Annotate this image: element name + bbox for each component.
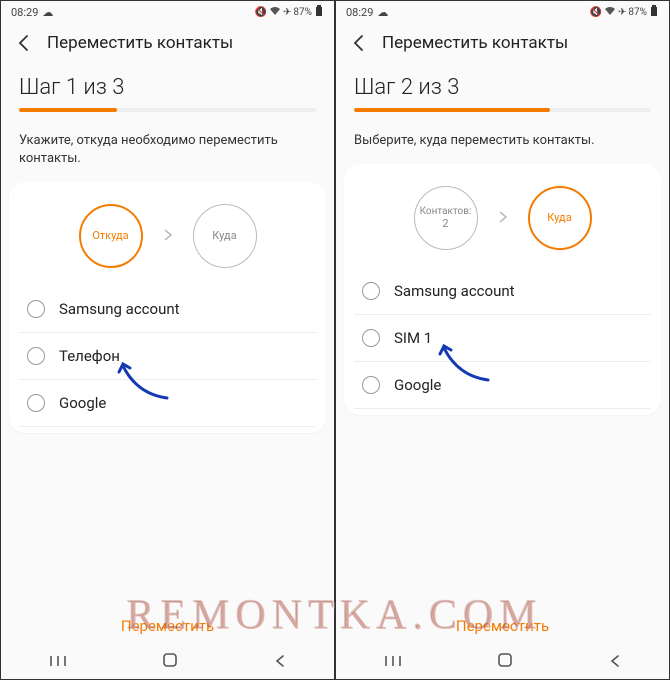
home-icon[interactable]	[162, 652, 178, 672]
airplane-icon: ✈	[618, 7, 626, 18]
option-label: Google	[394, 376, 441, 394]
option-google[interactable]: Google	[19, 380, 316, 427]
option-label: Телефон	[59, 347, 120, 365]
back-icon[interactable]	[15, 34, 33, 52]
screen-step-1: 08:29 ☁ 🔇 ✈ 87% Переместить контакты Шаг…	[0, 0, 335, 680]
selection-card: Контактов: 2 Куда Samsung account SIM 1 …	[344, 164, 661, 415]
option-samsung-account[interactable]: Samsung account	[19, 286, 316, 333]
option-sim-1[interactable]: SIM 1	[354, 315, 651, 362]
status-time: 08:29	[346, 6, 373, 19]
title-bar: Переместить контакты	[1, 23, 334, 65]
home-icon[interactable]	[497, 652, 513, 672]
screen-step-2: 08:29 ☁ 🔇 ✈ 87% Переместить контакты Шаг…	[335, 0, 670, 680]
option-label: Samsung account	[394, 282, 515, 300]
flow-row: Контактов: 2 Куда	[344, 164, 661, 268]
page-title: Переместить контакты	[47, 33, 233, 53]
option-list: Samsung account SIM 1 Google	[344, 268, 661, 409]
nav-bar	[336, 645, 669, 679]
move-button[interactable]: Переместить	[1, 603, 334, 645]
status-time: 08:29	[11, 6, 38, 19]
from-circle: Контактов: 2	[414, 186, 478, 250]
back-nav-icon[interactable]	[273, 653, 287, 672]
recents-icon[interactable]	[384, 653, 402, 672]
step-area: Шаг 2 из 3	[336, 65, 669, 122]
wifi-icon	[269, 6, 281, 19]
nav-bar	[1, 645, 334, 679]
step-label: Шаг 1 из 3	[19, 75, 316, 100]
status-bar: 08:29 ☁ 🔇 ✈ 87%	[1, 1, 334, 23]
move-button[interactable]: Переместить	[336, 603, 669, 645]
flow-row: Откуда Куда	[9, 182, 326, 286]
to-circle: Куда	[528, 186, 592, 250]
recents-icon[interactable]	[49, 653, 67, 672]
step-area: Шаг 1 из 3	[1, 65, 334, 122]
chevron-right-icon	[161, 227, 175, 246]
status-bar: 08:29 ☁ 🔇 ✈ 87%	[336, 1, 669, 23]
radio-icon	[27, 394, 45, 412]
radio-icon	[362, 329, 380, 347]
back-nav-icon[interactable]	[608, 653, 622, 672]
option-label: Google	[59, 394, 106, 412]
option-list: Samsung account Телефон Google	[9, 286, 326, 427]
radio-icon	[362, 282, 380, 300]
progress-bar	[354, 108, 651, 112]
option-samsung-account[interactable]: Samsung account	[354, 268, 651, 315]
to-circle: Куда	[193, 204, 257, 268]
title-bar: Переместить контакты	[336, 23, 669, 65]
progress-bar	[19, 108, 316, 112]
option-phone[interactable]: Телефон	[19, 333, 316, 380]
from-circle: Откуда	[79, 204, 143, 268]
instruction-text: Укажите, откуда необходимо переместить к…	[1, 122, 334, 182]
selection-card: Откуда Куда Samsung account Телефон Goog…	[9, 182, 326, 433]
mute-icon: 🔇	[255, 7, 267, 18]
wifi-icon	[604, 6, 616, 19]
page-title: Переместить контакты	[382, 33, 568, 53]
battery-text: 87%	[293, 7, 312, 18]
radio-icon	[27, 347, 45, 365]
chevron-right-icon	[496, 209, 510, 228]
weather-icon: ☁	[377, 6, 388, 19]
battery-icon	[649, 5, 659, 20]
option-google[interactable]: Google	[354, 362, 651, 409]
instruction-text: Выберите, куда переместить контакты.	[336, 122, 669, 164]
option-label: SIM 1	[394, 329, 432, 347]
weather-icon: ☁	[42, 6, 53, 19]
back-icon[interactable]	[350, 34, 368, 52]
airplane-icon: ✈	[283, 7, 291, 18]
radio-icon	[27, 300, 45, 318]
option-label: Samsung account	[59, 300, 180, 318]
step-label: Шаг 2 из 3	[354, 75, 651, 100]
radio-icon	[362, 376, 380, 394]
battery-text: 87%	[628, 7, 647, 18]
battery-icon	[314, 5, 324, 20]
mute-icon: 🔇	[590, 7, 602, 18]
